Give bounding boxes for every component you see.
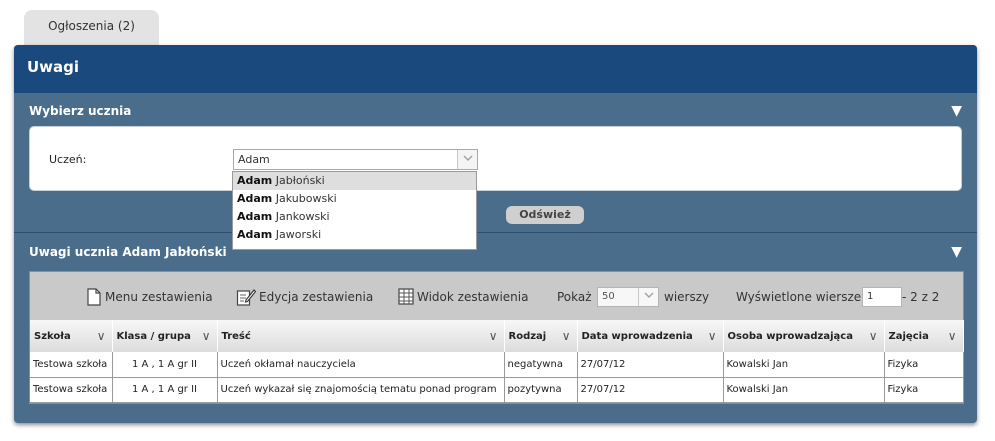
suggestion-item[interactable]: Adam Jaworski — [233, 226, 476, 244]
column-header-subject[interactable]: Zajęcia ∨ — [884, 320, 964, 352]
chevron-down-icon[interactable]: ∨ — [948, 329, 957, 343]
app-root: Ogłoszenia (2) Uwagi Wybierz ucznia ▼ Uc… — [0, 0, 995, 441]
panel-title: Uwagi — [14, 45, 977, 93]
rows-label: wierszy — [664, 290, 710, 304]
refresh-button[interactable]: Odśwież — [506, 206, 584, 224]
column-header-type[interactable]: Rodzaj ∨ — [504, 320, 578, 352]
student-selector-box: Uczeń: Adam — [29, 126, 962, 191]
column-header-class[interactable]: Klasa / grupa ∨ — [112, 320, 218, 352]
page-size-value: 50 — [602, 291, 615, 302]
cell-date: 27/07/12 — [577, 352, 724, 378]
select-student-title: Wybierz ucznia — [29, 104, 132, 118]
student-notes-title: Uwagi ucznia Adam Jabłoński — [29, 245, 227, 259]
displayed-rows-label: Wyświetlone wiersze — [736, 290, 862, 304]
chevron-down-icon[interactable]: ∨ — [489, 329, 498, 343]
suggestion-item[interactable]: Adam Jabłoński — [233, 172, 476, 190]
chevron-down-icon[interactable]: ∨ — [97, 329, 106, 343]
document-icon — [86, 288, 102, 306]
chevron-down-icon[interactable]: ∨ — [562, 329, 571, 343]
student-label: Uczeń: — [49, 153, 87, 166]
tab-label: Ogłoszenia (2) — [48, 19, 135, 33]
show-label: Pokaż — [557, 290, 592, 304]
table-row[interactable]: Testowa szkoła 1 A , 1 A gr II Uczeń wyk… — [30, 377, 964, 403]
edit-label: Edycja zestawienia — [259, 289, 374, 304]
cell-author: Kowalski Jan — [723, 377, 885, 403]
cell-content: Uczeń wykazał się znajomością tematu pon… — [217, 377, 505, 403]
suggestion-item[interactable]: Adam Jankowski — [233, 208, 476, 226]
grid-toolbar: Menu zestawienia Edycja zestawienia Wido… — [30, 272, 963, 320]
section-divider — [14, 232, 977, 233]
edit-button[interactable]: Edycja zestawienia — [236, 288, 374, 306]
cell-type: pozytywna — [504, 377, 578, 403]
notes-table: Szkoła ∨ Klasa / grupa ∨ Treść ∨ Rodzaj ∨ Da… — [30, 320, 964, 403]
cell-date: 27/07/12 — [577, 377, 724, 403]
suggestion-item[interactable]: Adam Jakubowski — [233, 190, 476, 208]
view-label: Widok zestawienia — [417, 289, 529, 304]
column-header-school[interactable]: Szkoła ∨ — [30, 320, 113, 352]
edit-icon — [236, 288, 257, 306]
chevron-down-icon[interactable]: ∨ — [869, 329, 878, 343]
collapse-arrow-icon[interactable]: ▼ — [951, 245, 962, 259]
column-header-content[interactable]: Treść ∨ — [217, 320, 505, 352]
displayed-from-input[interactable]: 1 — [862, 287, 902, 307]
notes-panel: Uwagi Wybierz ucznia ▼ Uczeń: Adam Odświ… — [14, 45, 977, 423]
chevron-down-icon[interactable]: ∨ — [202, 329, 211, 343]
table-header-row: Szkoła ∨ Klasa / grupa ∨ Treść ∨ Rodzaj ∨ Da… — [30, 320, 964, 352]
grid-icon — [398, 288, 414, 305]
tab-announcements[interactable]: Ogłoszenia (2) — [24, 10, 159, 46]
menu-button[interactable]: Menu zestawienia — [86, 288, 213, 306]
displayed-range: - 2 z 2 — [902, 290, 940, 304]
chevron-down-icon[interactable]: ∨ — [708, 329, 717, 343]
cell-school: Testowa szkoła — [30, 377, 113, 403]
menu-label: Menu zestawienia — [105, 289, 213, 304]
cell-type: negatywna — [504, 352, 578, 378]
cell-subject: Fizyka — [884, 377, 964, 403]
cell-school: Testowa szkoła — [30, 352, 113, 378]
collapse-arrow-icon[interactable]: ▼ — [951, 104, 962, 118]
student-combobox[interactable]: Adam — [233, 149, 478, 170]
cell-class: 1 A , 1 A gr II — [112, 377, 218, 403]
view-button[interactable]: Widok zestawienia — [398, 288, 528, 305]
cell-class: 1 A , 1 A gr II — [112, 352, 218, 378]
cell-subject: Fizyka — [884, 352, 964, 378]
notes-grid: Menu zestawienia Edycja zestawienia Wido… — [29, 271, 964, 404]
cell-author: Kowalski Jan — [723, 352, 885, 378]
student-suggestions-dropdown: Adam Jabłoński Adam Jakubowski Adam Jank… — [232, 171, 477, 250]
column-header-date[interactable]: Data wprowadzenia ∨ — [577, 320, 724, 352]
page-size-select[interactable]: 50 — [597, 287, 659, 307]
table-row[interactable]: Testowa szkoła 1 A , 1 A gr II Uczeń okł… — [30, 352, 964, 378]
chevron-down-icon[interactable] — [457, 150, 477, 169]
chevron-down-icon[interactable] — [638, 288, 658, 306]
cell-content: Uczeń okłamał nauczyciela — [217, 352, 505, 378]
column-header-author[interactable]: Osoba wprowadzająca ∨ — [723, 320, 885, 352]
student-input[interactable]: Adam — [238, 153, 270, 166]
